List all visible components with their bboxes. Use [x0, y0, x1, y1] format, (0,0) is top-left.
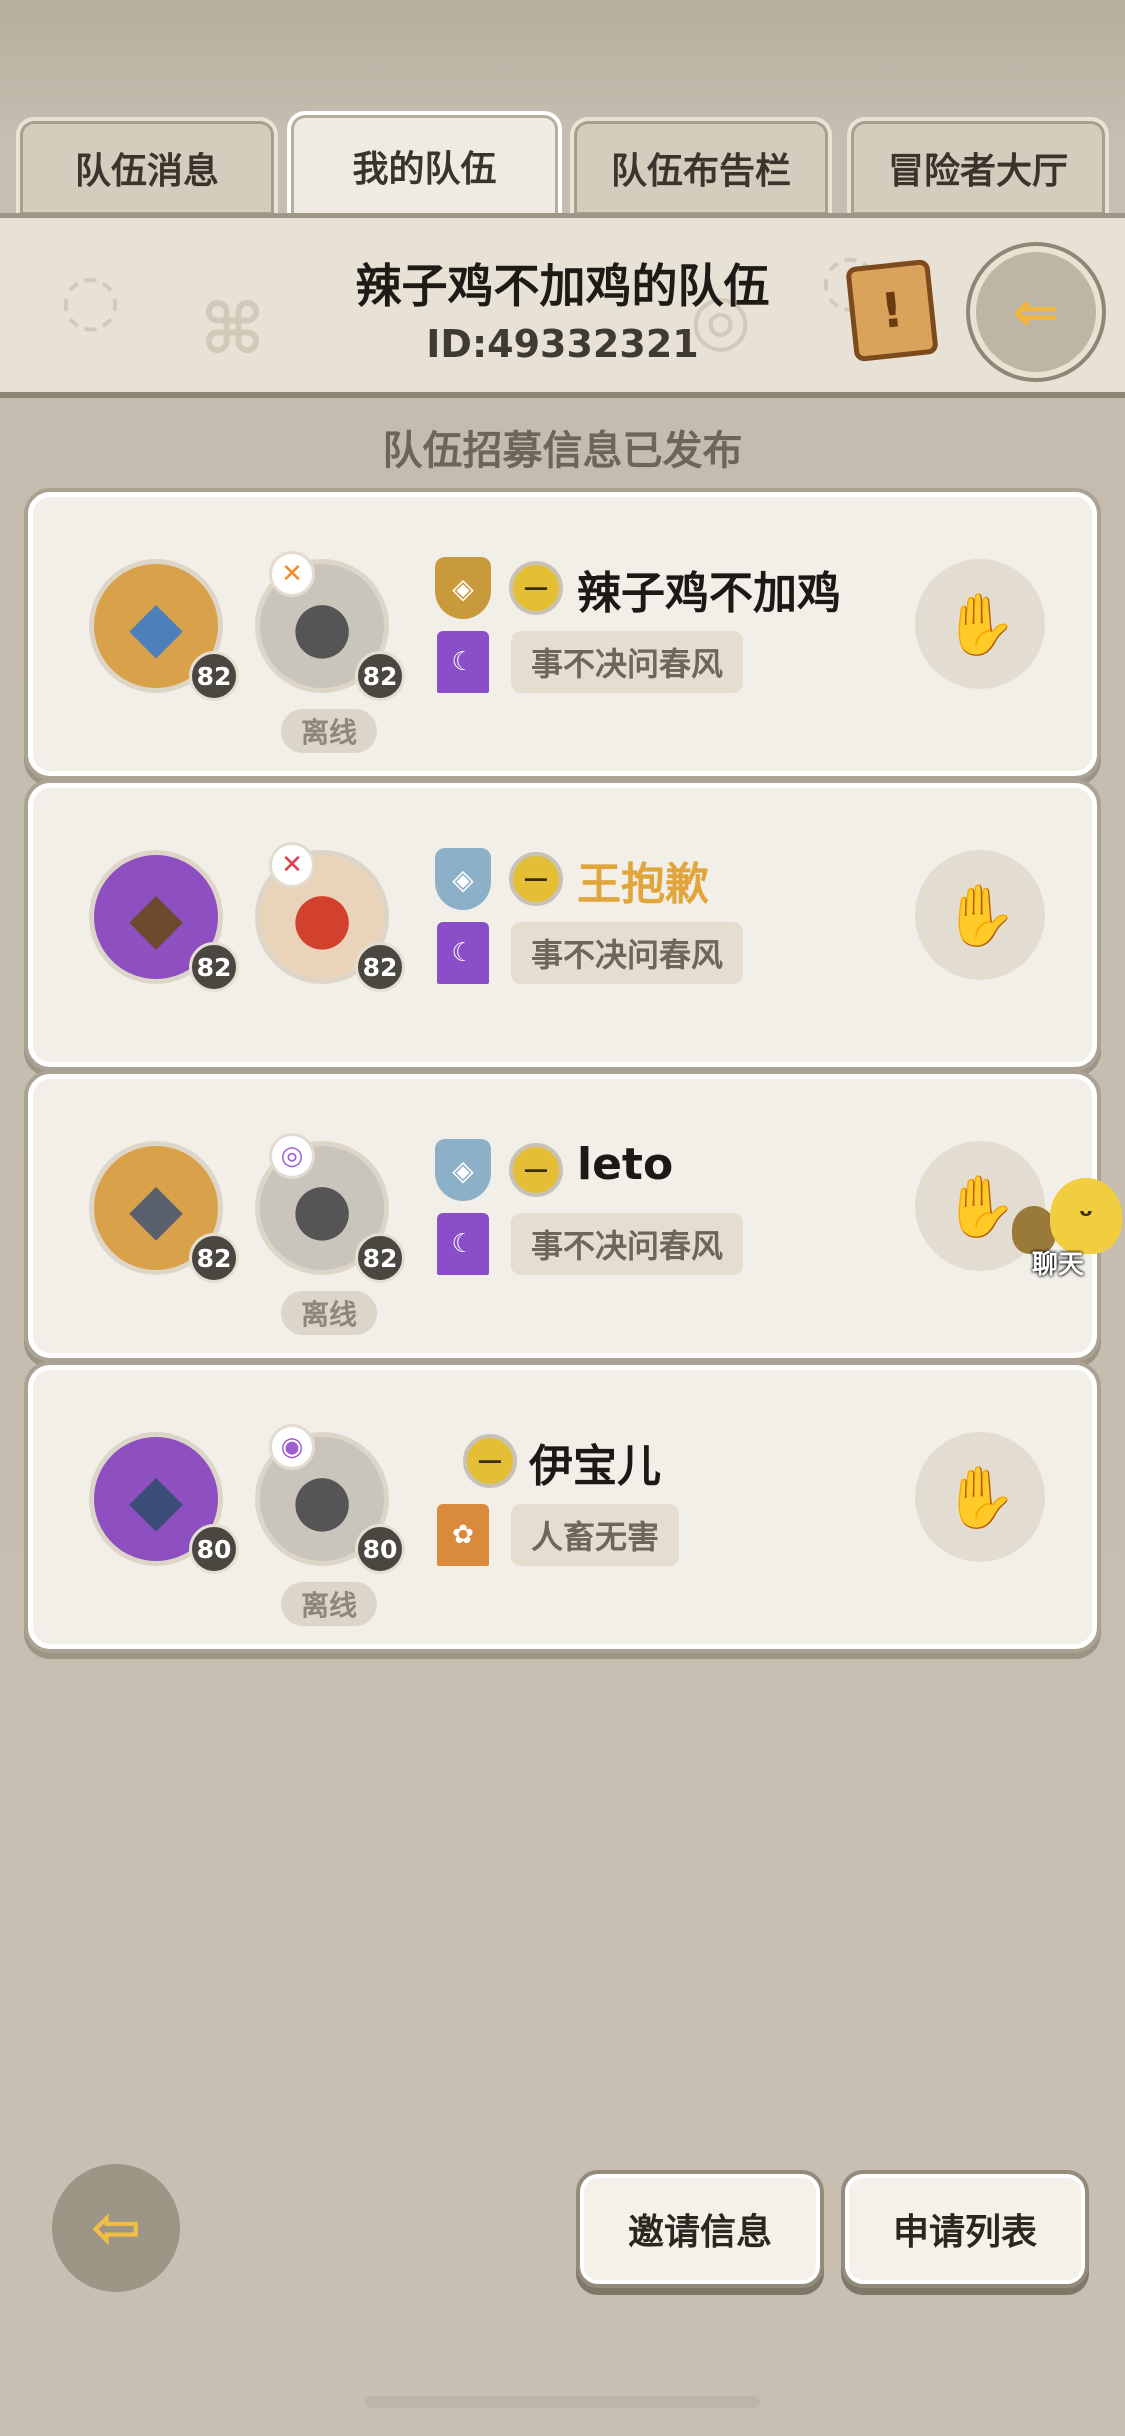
member-card[interactable]: ◆ 82 ● ✕ 82 ◈ ㅡ 王抱歉 ☾ 事不决问春风 ✋	[28, 783, 1097, 1067]
element-arcane-icon: ◉	[269, 1424, 315, 1470]
player-name: leto	[577, 1139, 674, 1190]
tab-team-board[interactable]: 队伍布告栏	[570, 117, 832, 215]
element-attack-icon: ✕	[269, 842, 315, 888]
hand-card-icon: ✋	[942, 880, 1018, 951]
like-gesture-button[interactable]: ✋	[915, 1432, 1045, 1562]
team-name: 辣子鸡不加鸡的队伍	[355, 259, 770, 313]
tab-my-team[interactable]: 我的队伍	[287, 111, 562, 217]
member-shield-icon: ◈	[435, 1139, 491, 1201]
offline-status: 离线	[281, 1582, 377, 1626]
pet-level-badge: 80	[189, 1524, 239, 1574]
guild-name: 事不决问春风	[511, 631, 744, 693]
offline-status: 离线	[281, 1291, 377, 1335]
chat-label: 聊天	[1032, 1250, 1085, 1280]
title-face-icon: ㅡ	[463, 1434, 517, 1488]
apply-list-button[interactable]: 申请列表	[845, 2174, 1085, 2284]
tab-label: 队伍布告栏	[610, 151, 791, 192]
member-card[interactable]: ◆ 82 ● ✕ 82 离线 ◈ ㅡ 辣子鸡不加鸡 ☾ 事不决问春风 ✋	[28, 492, 1097, 776]
guild-banner-icon: ☾	[437, 922, 489, 984]
character-level-badge: 82	[355, 942, 405, 992]
beast-icon: ◆	[129, 876, 183, 958]
team-id: ID:49332321	[426, 322, 699, 366]
like-gesture-button[interactable]: ✋	[915, 559, 1045, 689]
tab-label: 冒险者大厅	[887, 151, 1068, 192]
pet-level-badge: 82	[189, 651, 239, 701]
element-wind-icon: ◎	[269, 1133, 315, 1179]
dinosaur-icon: ◆	[129, 585, 183, 667]
element-fire-icon: ✕	[269, 551, 315, 597]
pet-level-badge: 82	[189, 1233, 239, 1283]
title-face-icon: ㅡ	[509, 561, 563, 615]
character-level-badge: 82	[355, 651, 405, 701]
pet-level-badge: 82	[189, 942, 239, 992]
tab-team-messages[interactable]: 队伍消息	[16, 117, 278, 215]
home-indicator	[365, 2396, 760, 2408]
tab-label: 我的队伍	[352, 149, 497, 190]
tab-label: 队伍消息	[74, 151, 219, 192]
offline-status: 离线	[281, 709, 377, 753]
character-level-badge: 80	[355, 1524, 405, 1574]
character-level-badge: 82	[355, 1233, 405, 1283]
hand-star-icon: ✋	[942, 1462, 1018, 1533]
leader-shield-icon: ◈	[435, 557, 491, 619]
hand-star-icon: ✋	[942, 589, 1018, 660]
player-name: 伊宝儿	[529, 1441, 661, 1492]
guild-banner-icon: ☾	[437, 631, 489, 693]
team-header: ◌ ⌘ ◎ ◌ 辣子鸡不加鸡的队伍 ID:49332321 ! ⇐	[0, 213, 1125, 398]
leave-team-button[interactable]: ⇐	[970, 246, 1102, 378]
guild-name: 人畜无害	[511, 1504, 680, 1566]
wolf-icon: ◆	[129, 1458, 183, 1540]
chat-float-button[interactable]: ᵕ 聊天	[1012, 1178, 1122, 1288]
gorilla-icon: ◆	[129, 1167, 183, 1249]
guild-banner-icon: ✿	[437, 1504, 489, 1566]
guild-banner-icon: ☾	[437, 1213, 489, 1275]
guild-name: 事不决问春风	[511, 922, 744, 984]
character-portrait-icon: ●	[291, 876, 353, 958]
back-button[interactable]: ⇦	[52, 2164, 180, 2292]
member-card[interactable]: ◆ 82 ● ◎ 82 离线 ◈ ㅡ leto ☾ 事不决问春风 ✋	[28, 1074, 1097, 1358]
player-name: 辣子鸡不加鸡	[577, 568, 841, 619]
tab-bar: 队伍消息 我的队伍 队伍布告栏 冒险者大厅	[0, 111, 1125, 217]
title-face-icon: ㅡ	[509, 852, 563, 906]
hand-star-icon: ✋	[942, 1171, 1018, 1242]
back-arrow-icon: ⇦	[90, 2193, 142, 2263]
tab-adventurer-hall[interactable]: 冒险者大厅	[847, 117, 1109, 215]
invite-info-button[interactable]: 邀请信息	[580, 2174, 820, 2284]
exit-arrow-icon: ⇐	[1012, 279, 1060, 345]
guild-name: 事不决问春风	[511, 1213, 744, 1275]
card-gesture-button[interactable]: ✋	[915, 850, 1045, 980]
player-name: 王抱歉	[577, 859, 709, 910]
recruit-status: 队伍招募信息已发布	[382, 428, 743, 474]
member-shield-icon: ◈	[435, 848, 491, 910]
character-portrait-icon: ●	[291, 585, 353, 667]
member-card[interactable]: ◆ 80 ● ◉ 80 离线 ㅡ 伊宝儿 ✿ 人畜无害 ✋	[28, 1365, 1097, 1649]
scroll-notice-icon[interactable]: !	[845, 258, 939, 363]
character-portrait-icon: ●	[291, 1167, 353, 1249]
character-portrait-icon: ●	[291, 1458, 353, 1540]
title-face-icon: ㅡ	[509, 1143, 563, 1197]
chat-smile-icon: ᵕ	[1050, 1178, 1122, 1254]
